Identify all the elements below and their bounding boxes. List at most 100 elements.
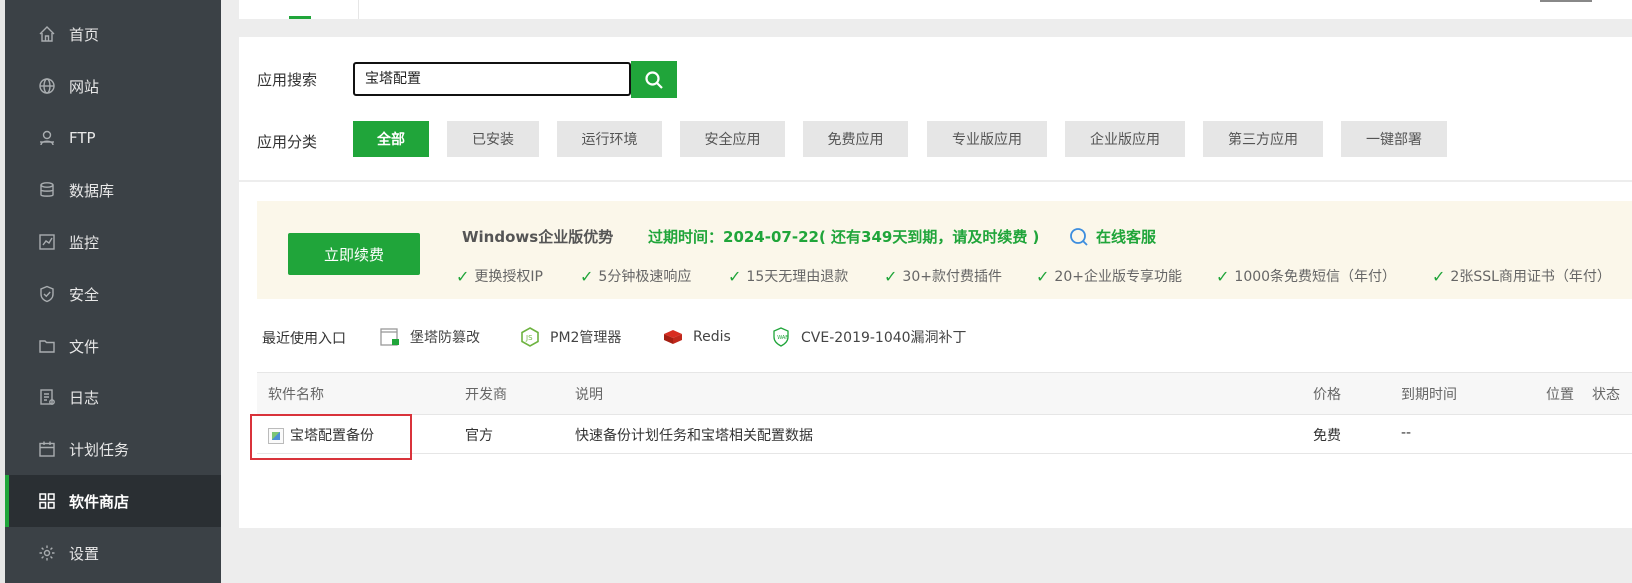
feature-label: 20+企业版专享功能 [1054,269,1182,285]
column-header-name[interactable]: 软件名称 [268,384,324,404]
globe-icon [37,76,57,96]
search-input[interactable]: 宝塔配置 [353,62,631,96]
check-icon: ✓ [580,266,594,286]
column-header-description: 说明 [575,387,603,403]
sidebar-item-files[interactable]: 文件 [5,320,221,372]
search-button[interactable] [631,61,677,98]
sidebar: 首页 网站 FTP 数据库 监控 安全 文件 日志 计划任务 软件商店 设置 [5,0,221,583]
search-panel [239,37,1632,180]
recent-item-label: PM2管理器 [550,330,622,346]
search-label: 应用搜索 [257,71,318,89]
recent-item-tamper-proof[interactable]: 堡塔防篡改 [379,326,480,348]
sidebar-item-cron[interactable]: 计划任务 [5,423,221,475]
sidebar-item-logs[interactable]: 日志 [5,371,221,423]
online-support-label: 在线客服 [1096,228,1157,246]
svg-text:WAF: WAF [777,335,788,341]
sidebar-item-label: 文件 [69,337,100,356]
category-one-click-deploy[interactable]: 一键部署 [1341,121,1447,157]
patch-shield-icon: WAF [770,326,792,348]
tab-software-list[interactable] [239,0,359,19]
ftp-icon [37,128,57,148]
feature-label: 30+款付费插件 [902,269,1002,285]
description-cell: 快速备份计划任务和宝塔相关配置数据 [575,428,813,444]
sidebar-item-label: FTP [69,129,96,147]
search-icon [645,70,663,89]
sidebar-item-security[interactable]: 安全 [5,268,221,320]
sidebar-item-label: 软件商店 [69,492,130,511]
feature-item: ✓ 15天无理由退款 [728,266,848,286]
table-row-divider [257,453,1632,454]
feature-label: 更换授权IP [474,269,543,285]
sidebar-item-label: 计划任务 [69,440,130,459]
column-header-status: 状态 [1592,387,1620,403]
sidebar-item-ftp[interactable]: FTP [5,112,221,164]
recent-item-cve-patch[interactable]: WAF CVE-2019-1040漏洞补丁 [770,326,967,348]
gear-icon [37,543,57,563]
top-tab-strip [239,0,1632,19]
redis-icon [662,326,684,348]
check-icon: ✓ [456,266,470,286]
sidebar-item-website[interactable]: 网站 [5,60,221,112]
feature-item: ✓ 30+款付费插件 [884,266,1002,286]
feature-item: ✓ 2张SSL商用证书（年付） [1432,266,1611,286]
expire-cell: -- [1401,425,1412,441]
category-pro[interactable]: 专业版应用 [927,121,1047,157]
category-enterprise[interactable]: 企业版应用 [1065,121,1185,157]
recent-item-redis[interactable]: Redis [662,326,731,348]
column-header-location: 位置 [1546,387,1574,403]
category-free[interactable]: 免费应用 [803,121,908,157]
tamper-proof-icon [379,326,401,348]
log-icon [37,387,57,407]
recent-item-label: 堡塔防篡改 [410,330,480,346]
check-icon: ✓ [1036,266,1050,286]
feature-item: ✓ 更换授权IP [456,266,543,286]
feature-item: ✓ 20+企业版专享功能 [1036,266,1182,286]
price-cell: 免费 [1313,428,1341,444]
category-runtime[interactable]: 运行环境 [557,121,662,157]
recent-item-pm2[interactable]: JS PM2管理器 [519,326,621,348]
promo-title: Windows企业版优势 [462,228,614,246]
category-label: 应用分类 [257,133,318,151]
category-third-party[interactable]: 第三方应用 [1203,121,1323,157]
sidebar-item-label: 首页 [69,25,100,44]
column-header-expire[interactable]: 到期时间 [1401,384,1457,404]
sidebar-item-label: 安全 [69,285,100,304]
expire-text: 过期时间：2024-07-22( 还有349天到期，请及时续费 ) [648,228,1040,246]
sidebar-item-label: 设置 [69,544,100,563]
svg-text:JS: JS [525,334,533,342]
sidebar-item-software-store[interactable]: 软件商店 [5,475,221,527]
calendar-icon [37,439,57,459]
database-icon [37,180,57,200]
sidebar-item-label: 数据库 [69,181,115,200]
sidebar-item-label: 网站 [69,77,100,96]
recent-item-label: Redis [693,329,731,345]
feature-label: 2张SSL商用证书（年付） [1450,269,1611,285]
developer-cell: 官方 [465,428,493,444]
renew-button[interactable]: 立即续费 [288,233,420,275]
sidebar-item-home[interactable]: 首页 [5,8,221,60]
recent-label: 最近使用入口 [262,331,346,347]
category-installed[interactable]: 已安装 [447,121,539,157]
grid-icon [37,491,57,511]
sidebar-item-settings[interactable]: 设置 [5,527,221,579]
sidebar-item-label: 监控 [69,233,100,252]
check-icon: ✓ [728,266,742,286]
column-header-price[interactable]: 价格 [1313,384,1341,404]
sidebar-item-database[interactable]: 数据库 [5,164,221,216]
recent-item-label: CVE-2019-1040漏洞补丁 [801,330,967,346]
sidebar-item-label: 日志 [69,388,100,407]
feature-label: 1000条免费短信（年付） [1234,269,1397,285]
home-icon [37,24,57,44]
feature-label: 15天无理由退款 [746,269,849,285]
online-support-link[interactable]: 在线客服 [1068,226,1156,247]
check-icon: ✓ [884,266,898,286]
monitor-icon [37,232,57,252]
category-security[interactable]: 安全应用 [680,121,785,157]
nodejs-icon: JS [519,326,541,348]
active-tab-indicator [289,16,311,19]
feature-item: ✓ 1000条免费短信（年付） [1216,266,1396,286]
check-icon: ✓ [1216,266,1230,286]
category-all[interactable]: 全部 [353,121,429,157]
feature-label: 5分钟极速响应 [598,269,692,285]
sidebar-item-monitor[interactable]: 监控 [5,216,221,268]
